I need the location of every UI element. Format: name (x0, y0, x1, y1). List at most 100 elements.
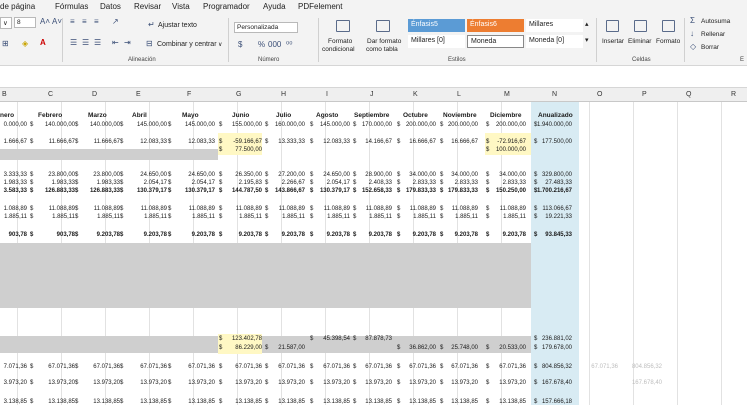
col-b[interactable]: B (2, 91, 7, 98)
col-o[interactable]: O (597, 91, 602, 98)
delete-icon[interactable] (634, 20, 647, 32)
clear-button[interactable]: Borrar (701, 44, 719, 51)
font-color-icon[interactable]: A (40, 38, 46, 47)
align-left-icon[interactable]: ☰ (70, 38, 77, 47)
cell-value: 144.787,50 (231, 188, 262, 194)
menu-pdfelement[interactable]: PDFelement (298, 2, 342, 11)
fill-color-icon[interactable]: ◈ (22, 39, 28, 48)
delete-button[interactable]: Eliminar (628, 38, 651, 45)
number-format-select[interactable]: Personalizada (234, 22, 298, 33)
styles-more-icon[interactable]: ▾ (585, 36, 589, 44)
gray-band (0, 243, 531, 308)
percent-format-button[interactable]: % (258, 40, 265, 49)
conditional-format-icon[interactable] (336, 20, 350, 32)
cell-value: 87.878,73 (365, 336, 392, 342)
grow-font-icon[interactable]: A˄ (40, 17, 50, 26)
cell-value: 21.587,00 (278, 345, 305, 351)
col-r[interactable]: R (731, 91, 736, 98)
col-d[interactable]: D (92, 91, 97, 98)
fill-icon[interactable]: ↓ (690, 29, 694, 38)
col-n[interactable]: N (552, 91, 557, 98)
menu-review[interactable]: Revisar (134, 2, 161, 11)
align-center-icon[interactable]: ☰ (82, 38, 89, 47)
col-i[interactable]: I (326, 91, 328, 98)
col-g[interactable]: G (236, 91, 241, 98)
insert-button[interactable]: Insertar (602, 38, 624, 45)
cell-value: 155.000,00 (231, 122, 262, 128)
font-name-box[interactable]: ∨ (0, 17, 12, 29)
style-moneda0[interactable]: Moneda [0] (526, 35, 583, 48)
col-f[interactable]: F (187, 91, 191, 98)
cell-value: 13.973,20 (323, 380, 350, 386)
style-enfasis6[interactable]: Énfasis6 (467, 19, 524, 32)
menu-developer[interactable]: Programador (203, 2, 250, 11)
currency-symbol: $ (30, 172, 34, 178)
font-size-box[interactable]: 8 (14, 17, 36, 28)
style-enfasis5[interactable]: Énfasis5 (408, 19, 465, 32)
cell-value: 13.973,20 (409, 380, 436, 386)
align-bottom-icon[interactable]: ≡ (94, 17, 99, 26)
align-top-icon[interactable]: ≡ (70, 17, 75, 26)
currency-symbol: $ (75, 399, 79, 405)
cell-value: 67.071,36 (409, 364, 436, 370)
conditional-format-label-1[interactable]: Formato (328, 38, 352, 45)
format-icon[interactable] (662, 20, 675, 32)
orientation-icon[interactable]: ↗ (112, 17, 119, 26)
cell-value: 27.200,00 (278, 172, 305, 178)
currency-symbol: $ (168, 180, 172, 186)
format-as-table-label-2[interactable]: como tabla (366, 46, 398, 53)
menu-view[interactable]: Vista (172, 2, 190, 11)
fill-button[interactable]: Rellenar (701, 31, 725, 38)
merge-center-button[interactable]: Combinar y centrar (157, 41, 217, 48)
cell-value: 67.071,36 (278, 364, 305, 370)
cell-value: 1.885,11 (369, 214, 392, 220)
format-button[interactable]: Formato (656, 38, 680, 45)
cell-value: 1.885,11 (97, 214, 120, 220)
insert-icon[interactable] (606, 20, 619, 32)
align-right-icon[interactable]: ☰ (94, 38, 101, 47)
decimal-icon[interactable]: ⁰⁰ (286, 40, 292, 49)
autosum-icon[interactable]: Σ (690, 16, 695, 25)
borders-icon[interactable]: ⊞ (2, 39, 9, 48)
col-q[interactable]: Q (686, 91, 691, 98)
cell-value: 16.666,67 (451, 139, 478, 145)
merge-icon[interactable]: ⊟ (146, 39, 153, 48)
cell-value: 11.088,89 (278, 206, 305, 212)
currency-format-button[interactable]: $ (238, 40, 242, 49)
styles-scroll-icon[interactable]: ▴ (585, 20, 589, 28)
col-l[interactable]: L (457, 91, 461, 98)
col-p[interactable]: P (642, 91, 647, 98)
cell-value: 11.088,89 (499, 206, 526, 212)
menu-page-layout[interactable]: de página (0, 2, 35, 11)
menu-data[interactable]: Datos (100, 2, 121, 11)
col-k[interactable]: K (413, 91, 418, 98)
col-e[interactable]: E (136, 91, 141, 98)
col-m[interactable]: M (504, 91, 510, 98)
cell-value: 34.000,00 (451, 172, 478, 178)
increase-indent-icon[interactable]: ⇥ (124, 38, 131, 47)
style-moneda[interactable]: Moneda (467, 35, 524, 48)
wrap-text-icon[interactable]: ↵ (148, 20, 155, 29)
align-middle-icon[interactable]: ≡ (82, 17, 87, 26)
merge-dropdown-icon[interactable]: ∨ (218, 41, 222, 48)
wrap-text-button[interactable]: Ajustar texto (158, 22, 197, 29)
comma-format-button[interactable]: 000 (268, 40, 281, 49)
conditional-format-label-2[interactable]: condicional (322, 46, 355, 53)
cell-value: 24.650,00 (140, 172, 167, 178)
col-c[interactable]: C (48, 91, 53, 98)
format-as-table-icon[interactable] (376, 20, 390, 32)
format-as-table-label-1[interactable]: Dar formato (367, 38, 401, 45)
menu-formulas[interactable]: Fórmulas (55, 2, 88, 11)
col-h[interactable]: H (281, 91, 286, 98)
menu-help[interactable]: Ayuda (263, 2, 286, 11)
currency-symbol: $ (75, 214, 79, 220)
shrink-font-icon[interactable]: A˅ (52, 17, 62, 26)
cell-value: 67.071,36 (235, 364, 262, 370)
col-j[interactable]: J (370, 91, 374, 98)
cell-value: 2.266,67 (281, 180, 305, 186)
style-millares[interactable]: Millares (526, 19, 583, 32)
autosum-button[interactable]: Autosuma (701, 18, 730, 25)
decrease-indent-icon[interactable]: ⇤ (112, 38, 119, 47)
style-millares0[interactable]: Millares [0] (408, 35, 465, 48)
clear-icon[interactable]: ◇ (690, 42, 696, 51)
